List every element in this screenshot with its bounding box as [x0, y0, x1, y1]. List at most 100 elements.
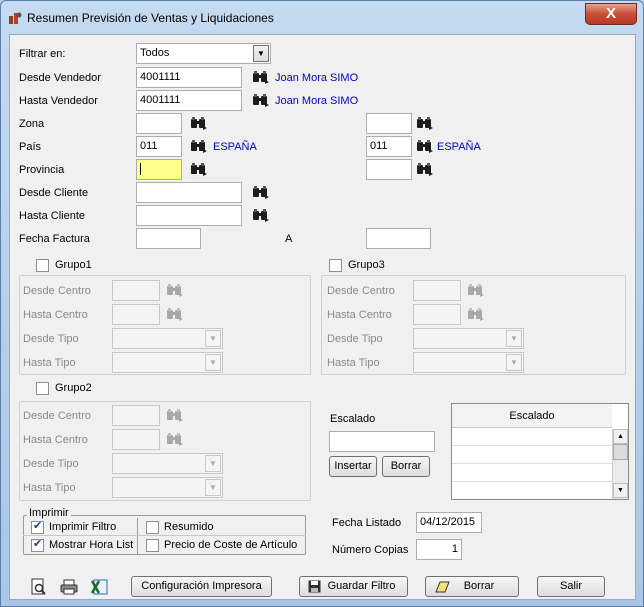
- desde-vendedor-name: Joan Mora SIMO: [275, 72, 359, 84]
- binoculars-icon[interactable]: [166, 408, 184, 422]
- grupo1-hasta-tipo-select[interactable]: ▼: [112, 352, 223, 373]
- fecha-factura-from-input[interactable]: [136, 228, 201, 249]
- precio-coste-checkbox[interactable]: [146, 539, 159, 552]
- salir-button[interactable]: Salir: [537, 576, 605, 597]
- scroll-down-icon[interactable]: ▼: [613, 483, 628, 498]
- scroll-up-icon[interactable]: ▲: [613, 429, 628, 444]
- resumido-checkbox[interactable]: [146, 521, 159, 534]
- window-title: Resumen Previsión de Ventas y Liquidacio…: [27, 11, 274, 25]
- chevron-down-icon[interactable]: ▼: [205, 479, 221, 496]
- filtrar-label: Filtrar en:: [19, 48, 66, 60]
- fecha-factura-label: Fecha Factura: [19, 233, 90, 245]
- provincia-from-input[interactable]: [136, 159, 182, 180]
- borrar-label: Borrar: [463, 580, 495, 592]
- binoculars-icon[interactable]: [416, 139, 434, 153]
- binoculars-icon[interactable]: [252, 93, 270, 107]
- binoculars-icon[interactable]: [467, 307, 485, 321]
- grupo3-desde-tipo-label: Desde Tipo: [327, 333, 383, 345]
- grupo2-hasta-centro-input[interactable]: [112, 429, 160, 450]
- grupo1-desde-tipo-label: Desde Tipo: [23, 333, 79, 345]
- desde-vendedor-label: Desde Vendedor: [19, 72, 101, 84]
- binoculars-icon[interactable]: [252, 185, 270, 199]
- chevron-down-icon[interactable]: ▼: [205, 354, 221, 371]
- excel-export-icon[interactable]: [91, 578, 109, 596]
- grupo3-hasta-centro-input[interactable]: [413, 304, 461, 325]
- grupo1-desde-centro-input[interactable]: [112, 280, 160, 301]
- imprimir-filtro-checkbox[interactable]: [31, 519, 44, 534]
- binoculars-icon[interactable]: [252, 208, 270, 222]
- grupo2-desde-centro-label: Desde Centro: [23, 410, 91, 422]
- escalado-grid-header[interactable]: Escalado: [452, 404, 612, 428]
- chevron-down-icon[interactable]: ▼: [253, 45, 269, 62]
- binoculars-icon[interactable]: [416, 116, 434, 130]
- binoculars-icon[interactable]: [190, 162, 208, 176]
- title-bar[interactable]: Resumen Previsión de Ventas y Liquidacio…: [1, 1, 643, 35]
- binoculars-icon[interactable]: [252, 70, 270, 84]
- zona-from-input[interactable]: [136, 113, 182, 134]
- chevron-down-icon[interactable]: ▼: [506, 330, 522, 347]
- pais-to-input[interactable]: 011: [366, 136, 412, 157]
- grid-row[interactable]: [452, 447, 612, 464]
- zona-label: Zona: [19, 118, 45, 130]
- grupo2-desde-centro-input[interactable]: [112, 405, 160, 426]
- grupo1-hasta-centro-input[interactable]: [112, 304, 160, 325]
- configuracion-impresora-button[interactable]: Configuración Impresora: [131, 576, 272, 597]
- binoculars-icon[interactable]: [467, 283, 485, 297]
- imprimir-title: Imprimir: [27, 507, 71, 519]
- binoculars-icon[interactable]: [416, 162, 434, 176]
- dialog-body: Filtrar en: Todos ▼ Desde Vendedor 40011…: [9, 34, 636, 600]
- pais-from-input[interactable]: 011: [136, 136, 182, 157]
- print-preview-icon[interactable]: [30, 578, 48, 596]
- close-button[interactable]: X: [585, 3, 637, 25]
- grupo2-desde-tipo-select[interactable]: ▼: [112, 453, 223, 474]
- printer-icon[interactable]: [60, 578, 78, 596]
- escalado-grid[interactable]: Escalado ▲ ▼: [451, 403, 629, 500]
- binoculars-icon[interactable]: [190, 139, 208, 153]
- main-window: Resumen Previsión de Ventas y Liquidacio…: [0, 0, 644, 607]
- provincia-to-input[interactable]: [366, 159, 412, 180]
- desde-vendedor-input[interactable]: 4001111: [136, 67, 242, 88]
- grupo3-desde-tipo-select[interactable]: ▼: [413, 328, 524, 349]
- guardar-filtro-button[interactable]: Guardar Filtro: [299, 576, 408, 597]
- grid-row[interactable]: [452, 429, 612, 446]
- grupo2-label: Grupo2: [55, 382, 92, 394]
- fecha-factura-to-input[interactable]: [366, 228, 431, 249]
- escalado-input[interactable]: [329, 431, 435, 452]
- hasta-cliente-label: Hasta Cliente: [19, 210, 86, 222]
- fecha-listado-input[interactable]: 04/12/2015: [416, 512, 482, 533]
- grupo1-desde-tipo-select[interactable]: ▼: [112, 328, 223, 349]
- zona-to-input[interactable]: [366, 113, 412, 134]
- binoculars-icon[interactable]: [166, 307, 184, 321]
- chevron-down-icon[interactable]: ▼: [506, 354, 522, 371]
- grid-scrollbar[interactable]: ▲ ▼: [612, 429, 628, 499]
- binoculars-icon[interactable]: [166, 283, 184, 297]
- borrar-button[interactable]: Borrar: [425, 576, 519, 597]
- pais-from-name: ESPAÑA: [213, 141, 257, 153]
- precio-coste-label: Precio de Coste de Artículo: [164, 539, 298, 551]
- binoculars-icon[interactable]: [190, 116, 208, 130]
- filtrar-select[interactable]: Todos ▼: [136, 43, 271, 64]
- grupo1-desde-centro-label: Desde Centro: [23, 285, 91, 297]
- numero-copias-input[interactable]: 1: [416, 539, 462, 560]
- grid-row[interactable]: [452, 465, 612, 482]
- grupo3-hasta-tipo-select[interactable]: ▼: [413, 352, 524, 373]
- scroll-thumb[interactable]: [613, 444, 628, 460]
- borrar-escalado-button[interactable]: Borrar: [382, 456, 430, 477]
- imprimir-divider: [137, 518, 138, 554]
- hasta-vendedor-input[interactable]: 4001111: [136, 90, 242, 111]
- fecha-a-label: A: [285, 233, 293, 245]
- grupo3-desde-centro-input[interactable]: [413, 280, 461, 301]
- grupo3-checkbox[interactable]: [329, 259, 342, 272]
- desde-cliente-input[interactable]: [136, 182, 242, 203]
- hasta-cliente-input[interactable]: [136, 205, 242, 226]
- chevron-down-icon[interactable]: ▼: [205, 455, 221, 472]
- insertar-button[interactable]: Insertar: [329, 456, 377, 477]
- escalado-label: Escalado: [330, 413, 376, 425]
- grupo1-checkbox[interactable]: [36, 259, 49, 272]
- text-cursor: [140, 163, 141, 176]
- grupo2-hasta-tipo-select[interactable]: ▼: [112, 477, 223, 498]
- binoculars-icon[interactable]: [166, 432, 184, 446]
- grupo2-checkbox[interactable]: [36, 382, 49, 395]
- chevron-down-icon[interactable]: ▼: [205, 330, 221, 347]
- mostrar-hora-checkbox[interactable]: [31, 537, 44, 552]
